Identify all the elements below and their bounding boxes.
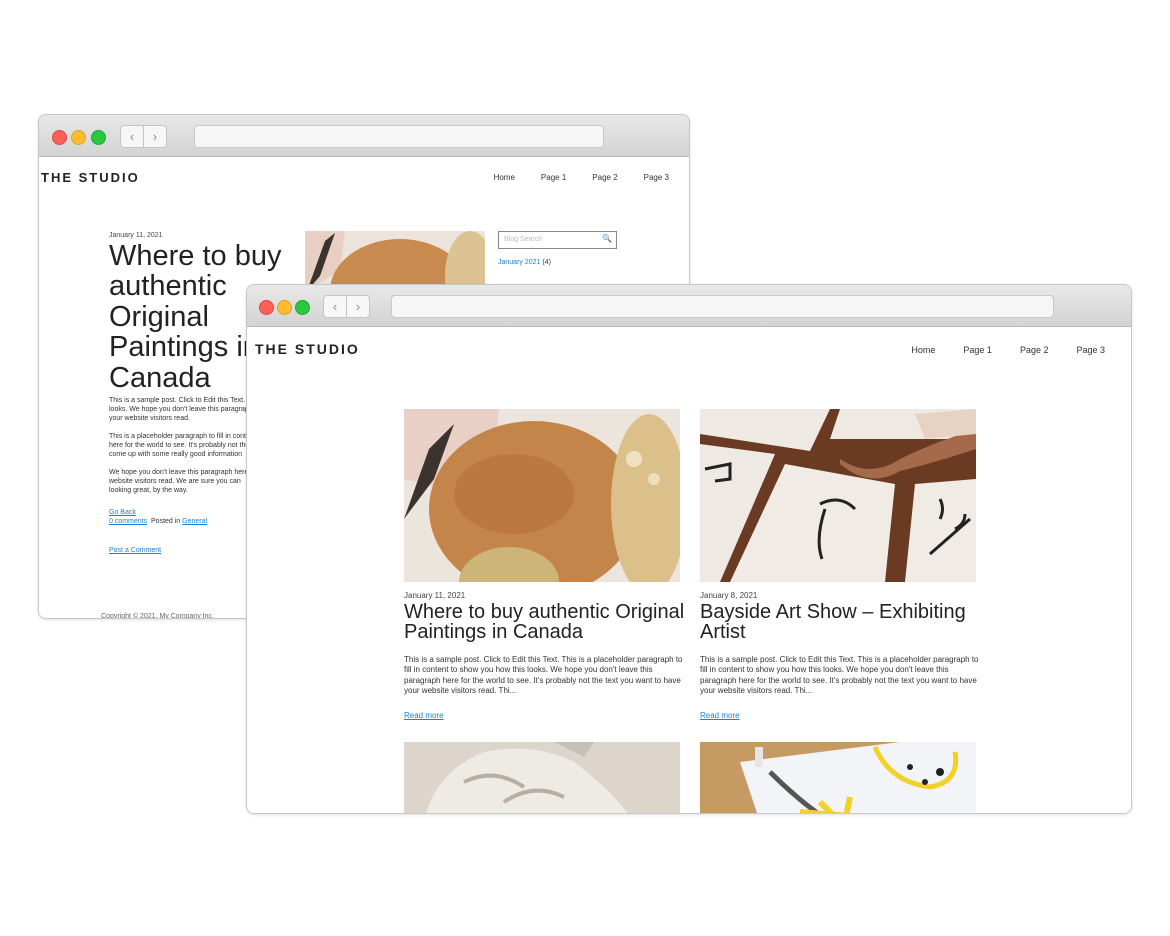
posted-in-label: Posted in	[151, 518, 181, 526]
main-nav: Home Page 1 Page 2 Page 3	[468, 173, 669, 182]
post-links: Go Back 0 comments Posted in General	[109, 508, 249, 526]
nav-page-3[interactable]: Page 3	[1076, 345, 1105, 355]
forward-button[interactable]: ›	[347, 295, 370, 318]
search-icon[interactable]: 🔍	[602, 234, 612, 243]
nav-page-1[interactable]: Page 1	[541, 173, 566, 182]
archive-count: (4)	[542, 259, 551, 266]
back-button[interactable]: ‹	[323, 295, 347, 318]
post-image-artist[interactable]	[700, 409, 976, 582]
blog-search-input[interactable]: Blog Search 🔍	[498, 231, 617, 249]
page-content: THE STUDIO Home Page 1 Page 2 Page 3 Jan…	[247, 327, 1131, 813]
post-image	[305, 231, 485, 291]
post-paragraph: This is a sample post. Click to Edit thi…	[109, 397, 249, 423]
chevron-left-icon: ‹	[129, 129, 135, 144]
post-excerpt: This is a sample post. Click to Edit thi…	[700, 655, 979, 696]
close-button[interactable]	[259, 300, 274, 315]
footer-copyright: Copyright © 2021. My Company Inc.	[101, 613, 214, 619]
close-button[interactable]	[52, 130, 67, 145]
post-image-watercolor[interactable]	[404, 409, 680, 582]
post-image-statue[interactable]	[404, 742, 680, 813]
post-paragraph: We hope you don't leave this paragraph h…	[109, 469, 249, 495]
nav-page-2[interactable]: Page 2	[1020, 345, 1049, 355]
post-image-painting[interactable]	[700, 742, 976, 813]
archive-link[interactable]: January 2021	[498, 259, 540, 266]
zoom-button[interactable]	[91, 130, 106, 145]
post-title[interactable]: Bayside Art Show – Exhibiting Artist	[700, 602, 985, 642]
nav-page-2[interactable]: Page 2	[592, 173, 617, 182]
minimize-button[interactable]	[71, 130, 86, 145]
comments-link[interactable]: 0 comments	[109, 518, 147, 525]
nav-page-3[interactable]: Page 3	[644, 173, 669, 182]
chevron-right-icon: ›	[152, 129, 158, 144]
zoom-button[interactable]	[295, 300, 310, 315]
nav-home[interactable]: Home	[494, 173, 515, 182]
site-logo[interactable]: THE STUDIO	[41, 170, 140, 185]
minimize-button[interactable]	[277, 300, 292, 315]
nav-home[interactable]: Home	[911, 345, 935, 355]
read-more-link[interactable]: Read more	[700, 711, 740, 720]
address-bar[interactable]	[194, 125, 604, 148]
title-bar: ‹ ›	[247, 285, 1131, 327]
post-paragraph: This is a placeholder paragraph to fill …	[109, 433, 249, 459]
read-more-link[interactable]: Read more	[404, 711, 444, 720]
title-bar: ‹ ›	[39, 115, 689, 157]
post-title[interactable]: Where to buy authentic Original Painting…	[404, 602, 689, 642]
chevron-right-icon: ›	[355, 299, 361, 314]
site-logo[interactable]: THE STUDIO	[255, 341, 360, 357]
go-back-link[interactable]: Go Back	[109, 509, 136, 516]
post-date: January 8, 2021	[700, 591, 758, 600]
post-comment-link[interactable]: Post a Comment	[109, 547, 161, 554]
post-date: January 11, 2021	[109, 232, 163, 239]
browser-window-front: ‹ › THE STUDIO Home Page 1 Page 2 Page 3	[246, 284, 1132, 814]
back-button[interactable]: ‹	[120, 125, 144, 148]
nav-page-1[interactable]: Page 1	[963, 345, 992, 355]
forward-button[interactable]: ›	[144, 125, 167, 148]
category-link[interactable]: General	[182, 518, 207, 525]
main-nav: Home Page 1 Page 2 Page 3	[883, 345, 1105, 355]
address-bar[interactable]	[391, 295, 1054, 318]
post-excerpt: This is a sample post. Click to Edit thi…	[404, 655, 683, 696]
chevron-left-icon: ‹	[332, 299, 338, 314]
post-date: January 11, 2021	[404, 591, 466, 600]
